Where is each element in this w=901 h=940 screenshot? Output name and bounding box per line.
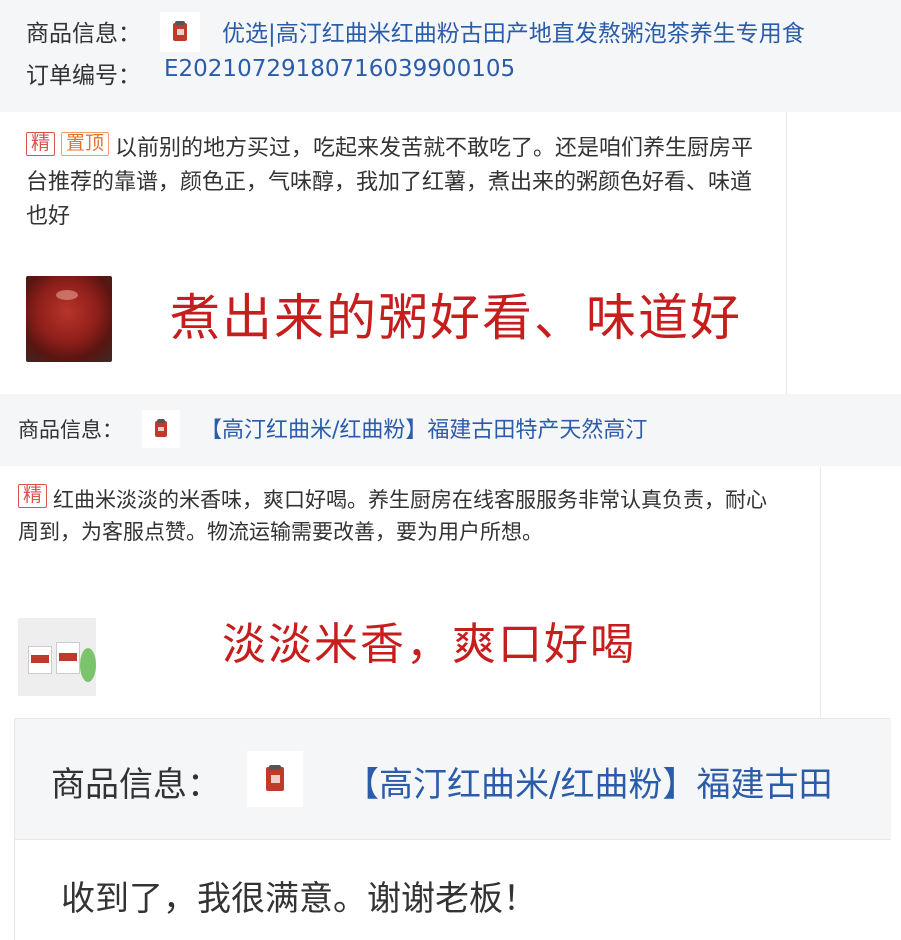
- product-label: 商品信息：: [26, 21, 141, 47]
- product-jar-icon: [155, 419, 167, 437]
- order-number-value[interactable]: E20210729180716039900105: [164, 56, 515, 82]
- product-info-bar-2: 商品信息： 【高汀红曲米/红曲粉】福建古田特产天然高汀: [0, 394, 901, 466]
- review-caption-overlay: 淡淡米香，爽口好喝: [222, 619, 636, 670]
- product-label: 商品信息：: [51, 765, 221, 805]
- review-text: 收到了，我很满意。谢谢老板！: [61, 879, 537, 919]
- review-text: 红曲米淡淡的米香味，爽口好喝。养生厨房在线客服服务非常认真负责，耐心周到，为客服…: [18, 488, 768, 544]
- porridge-highlight: [56, 290, 78, 300]
- jars-photo[interactable]: [18, 618, 96, 696]
- card-divider: [15, 839, 891, 840]
- pinned-badge: 置顶: [61, 132, 110, 156]
- review-divider: [786, 112, 787, 394]
- green-leaf: [80, 648, 96, 682]
- product-info-bar-1: 商品信息： 优选|高汀红曲米红曲粉古田产地直发熬粥泡茶养生专用食 订单编号： E…: [0, 0, 901, 112]
- featured-badge: 精: [18, 484, 48, 508]
- product-info-bar-3: 商品信息： 【高汀红曲米/红曲粉】福建古田: [15, 719, 891, 839]
- review-caption-overlay: 煮出来的粥好看、味道好: [170, 289, 742, 347]
- product-jar-icon: [266, 764, 284, 791]
- jar-2: [56, 642, 80, 674]
- order-number-label: 订单编号：: [26, 63, 141, 89]
- review-card-1: 精置顶 以前别的地方买过，吃起来发苦就不敢吃了。还是咱们养生厨房平台推荐的靠谱，颜…: [0, 112, 786, 394]
- jar-1: [28, 646, 52, 674]
- product-thumbnail[interactable]: [142, 410, 180, 448]
- product-thumbnail[interactable]: [247, 751, 303, 807]
- product-label: 商品信息：: [18, 418, 123, 442]
- review-content: 精红曲米淡淡的米香味，爽口好喝。养生厨房在线客服服务非常认真负责，耐心周到，为客…: [18, 484, 778, 548]
- product-title-link[interactable]: 【高汀红曲米/红曲粉】福建古田特产天然高汀: [200, 412, 647, 444]
- review-divider: [820, 466, 821, 718]
- review-text: 以前别的地方买过，吃起来发苦就不敢吃了。还是咱们养生厨房平台推荐的靠谱，颜色正，…: [26, 136, 754, 229]
- zoomed-card: 商品信息： 【高汀红曲米/红曲粉】福建古田 收到了，我很满意。谢谢老板！: [14, 718, 891, 940]
- product-thumbnail[interactable]: [160, 12, 200, 52]
- review-card-2: 精红曲米淡淡的米香味，爽口好喝。养生厨房在线客服服务非常认真负责，耐心周到，为客…: [0, 466, 820, 718]
- product-title-link[interactable]: 【高汀红曲米/红曲粉】福建古田: [345, 757, 832, 806]
- product-title-link[interactable]: 优选|高汀红曲米红曲粉古田产地直发熬粥泡茶养生专用食: [222, 14, 805, 48]
- featured-badge: 精: [26, 132, 56, 156]
- product-jar-icon: [173, 21, 187, 41]
- porridge-photo[interactable]: [26, 276, 112, 362]
- review-content: 精置顶 以前别的地方买过，吃起来发苦就不敢吃了。还是咱们养生厨房平台推荐的靠谱，颜…: [26, 132, 756, 234]
